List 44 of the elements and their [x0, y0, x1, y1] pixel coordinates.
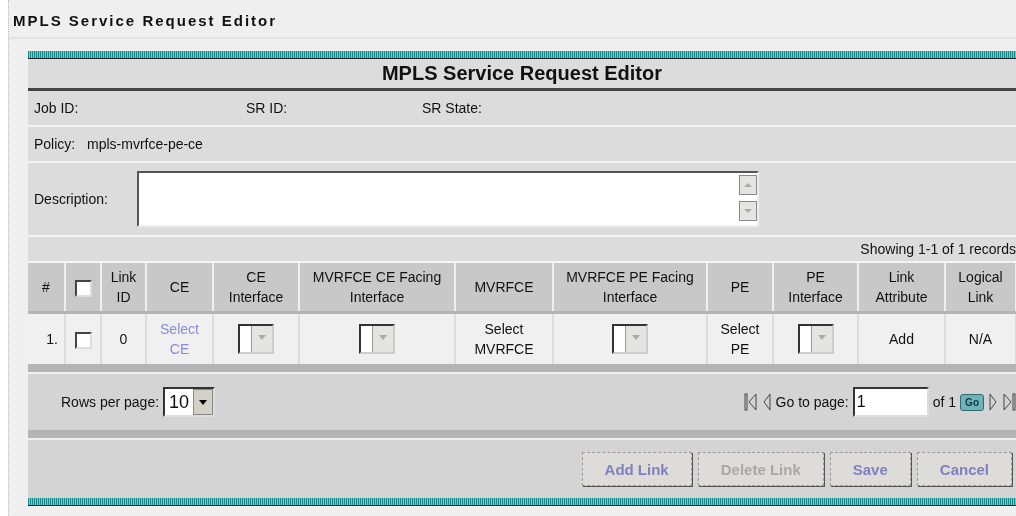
column-header: Link ID	[101, 263, 146, 313]
checkbox[interactable]	[74, 279, 92, 297]
table-cell: Select MVRFCE	[455, 312, 553, 364]
field-label: Job ID:	[34, 100, 80, 116]
row-number: 1.	[28, 312, 65, 364]
page-number-field[interactable]: 1	[852, 387, 929, 417]
action-button[interactable]: Cancel	[916, 452, 1012, 486]
column-header: MVRFCE CE Facing Interface	[299, 263, 455, 313]
records-count: Showing 1-1 of 1 records	[860, 241, 1016, 257]
scroll-down-icon[interactable]	[739, 201, 757, 221]
checkbox[interactable]	[74, 331, 92, 349]
description-field[interactable]	[137, 171, 759, 227]
column-header: MVRFCE	[455, 263, 553, 313]
column-header: PE	[707, 263, 773, 313]
column-header: PE Interface	[773, 263, 858, 313]
scroll-up-icon[interactable]	[739, 175, 757, 195]
page-count: of 1	[932, 394, 957, 410]
table-cell: 0	[101, 312, 146, 364]
page-title: MPLS Service Request Editor	[9, 8, 1016, 39]
first-page-icon[interactable]	[743, 391, 758, 413]
column-header: #	[28, 263, 65, 313]
column-header: MVRFCE PE Facing Interface	[553, 263, 707, 313]
panel-title: MPLS Service Request Editor	[28, 59, 1016, 91]
action-button[interactable]: Save	[829, 452, 911, 486]
column-header: CE	[146, 263, 213, 313]
table-cell: Select PE	[707, 312, 773, 364]
last-page-icon[interactable]	[1002, 391, 1016, 413]
field-value: mpls-mvrfce-pe-ce	[87, 136, 203, 152]
field-label: Description:	[34, 191, 109, 207]
action-button[interactable]: Add Link	[581, 452, 692, 486]
table-cell: Add	[858, 312, 945, 364]
field-label: Go to page:	[775, 394, 849, 410]
rows-per-page-select[interactable]: 10	[163, 387, 216, 417]
column-header: CE Interface	[213, 263, 299, 313]
field-label: SR State:	[422, 100, 482, 116]
column-header: Link Attribute	[858, 263, 945, 313]
field-label: Rows per page:	[61, 394, 160, 410]
go-button[interactable]: Go	[960, 393, 984, 411]
field-label: Policy:	[34, 136, 77, 152]
previous-page-icon[interactable]	[761, 391, 772, 413]
next-page-icon[interactable]	[988, 391, 998, 413]
column-header: Logical Link	[945, 263, 1016, 313]
table-cell: N/A	[945, 312, 1016, 364]
field-label: SR ID:	[246, 100, 289, 116]
